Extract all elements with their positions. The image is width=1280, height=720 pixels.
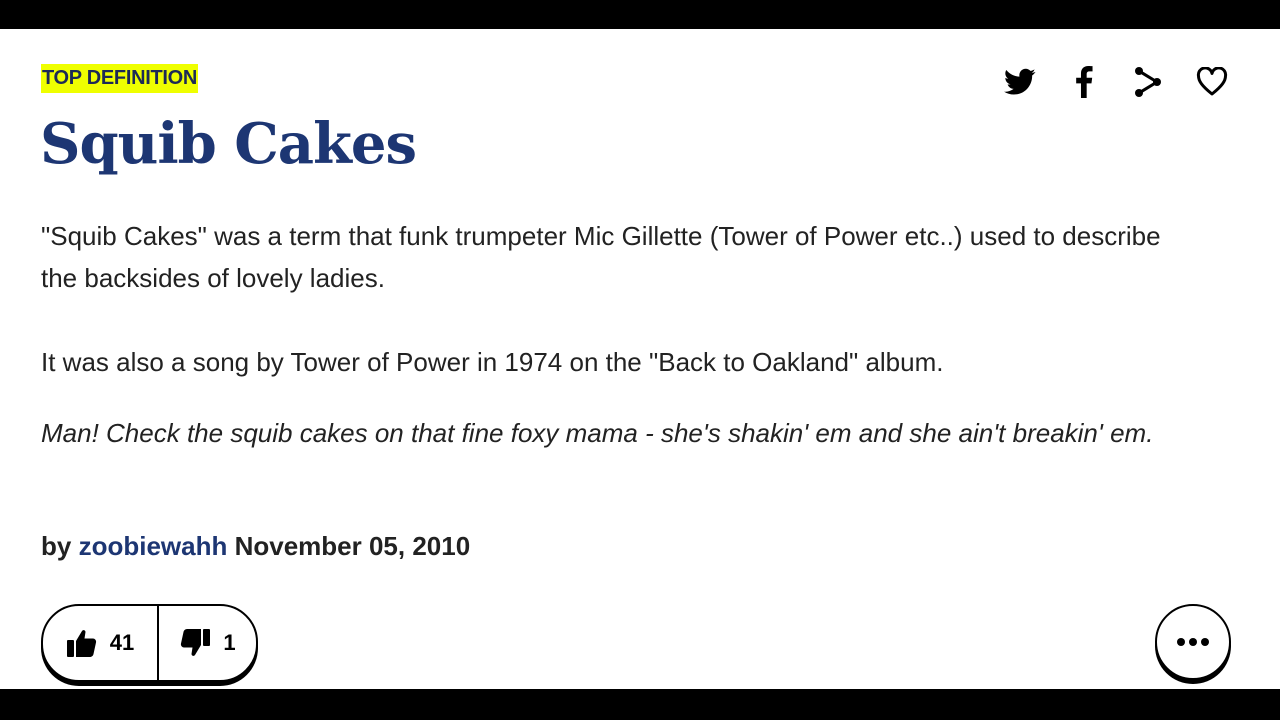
upvote-count: 41 xyxy=(109,630,135,655)
thumbs-down-button[interactable]: 1 xyxy=(159,606,256,680)
more-dots-icon xyxy=(1177,638,1209,646)
contributor-line: by zoobiewahh November 05, 2010 xyxy=(41,526,470,566)
by-label: by xyxy=(41,531,72,561)
definition-example: Man! Check the squib cakes on that fine … xyxy=(41,418,1154,448)
author-link[interactable]: zoobiewahh xyxy=(79,531,228,561)
share-button[interactable] xyxy=(1128,64,1168,100)
twitter-icon xyxy=(1004,68,1036,95)
twitter-share-button[interactable] xyxy=(1000,64,1040,100)
vote-buttons: 41 1 xyxy=(41,604,258,682)
favorite-button[interactable] xyxy=(1192,64,1232,100)
post-date: November 05, 2010 xyxy=(234,531,471,561)
downvote-count: 1 xyxy=(223,630,236,655)
thumbs-up-button[interactable]: 41 xyxy=(43,606,159,680)
definition-word[interactable]: Squib Cakes xyxy=(40,109,417,179)
thumbs-up-icon xyxy=(66,630,96,657)
facebook-icon xyxy=(1076,66,1093,98)
thumbs-down-icon xyxy=(181,629,211,656)
more-options-button[interactable] xyxy=(1155,604,1231,680)
meaning-paragraph: "Squib Cakes" was a term that funk trump… xyxy=(41,221,1161,293)
letterbox-bottom xyxy=(0,689,1280,720)
facebook-share-button[interactable] xyxy=(1064,64,1104,100)
definition-meaning: "Squib Cakes" was a term that funk trump… xyxy=(41,215,1181,383)
definition-card: TOP DEFINITION Squib Cakes "Squib Cakes"… xyxy=(0,29,1280,689)
top-definition-badge: TOP DEFINITION xyxy=(41,64,199,93)
share-icon xyxy=(1135,67,1161,97)
meaning-paragraph: It was also a song by Tower of Power in … xyxy=(41,347,944,377)
share-actions xyxy=(1000,64,1232,100)
heart-icon xyxy=(1196,67,1228,96)
letterbox-top xyxy=(0,0,1280,29)
